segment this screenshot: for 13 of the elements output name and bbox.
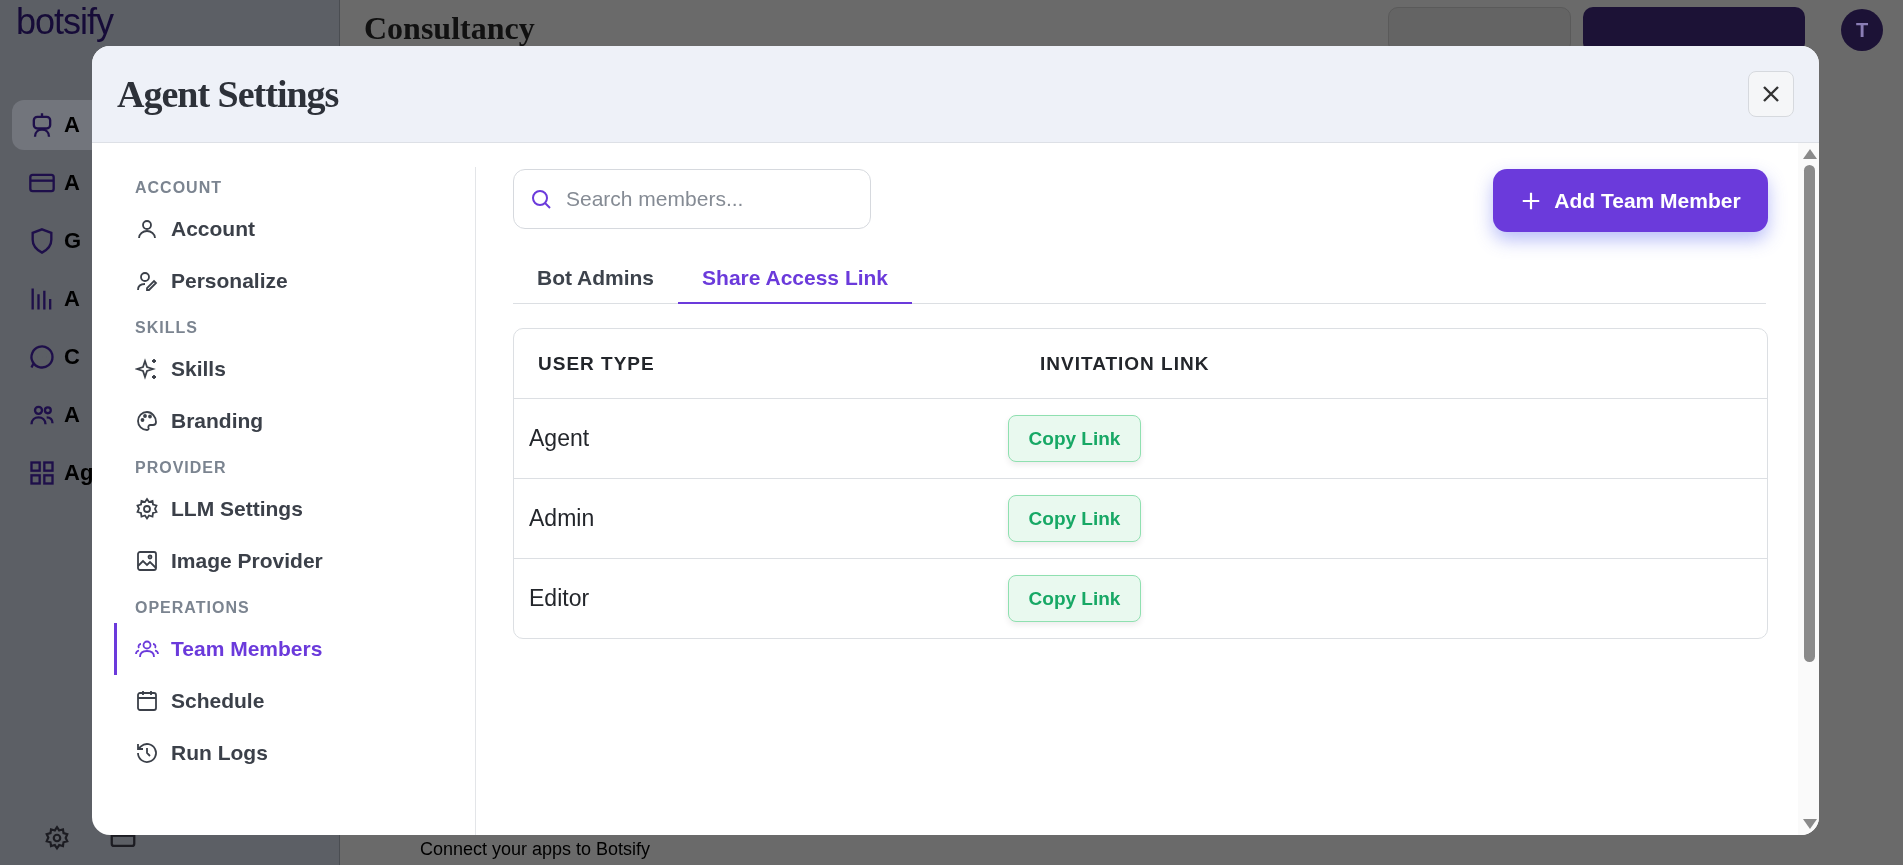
section-heading: SKILLS (135, 319, 199, 337)
table-cell-text: Editor (528, 585, 590, 612)
logo: botsify (16, 0, 114, 44)
section-heading: OPERATIONS (135, 599, 251, 617)
page-title: Consultancy (364, 10, 536, 47)
section-heading: PROVIDER (135, 459, 228, 477)
dialog-title: Agent Settings (117, 72, 339, 116)
table-cell-text: Admin (528, 505, 595, 532)
column-header: INVITATION LINK (1039, 352, 1210, 375)
table-cell-text: Agent (528, 425, 590, 452)
footer-text: Connect your apps to Botsify (419, 838, 652, 861)
column-header: USER TYPE (537, 352, 655, 375)
section-heading: ACCOUNT (135, 179, 223, 197)
